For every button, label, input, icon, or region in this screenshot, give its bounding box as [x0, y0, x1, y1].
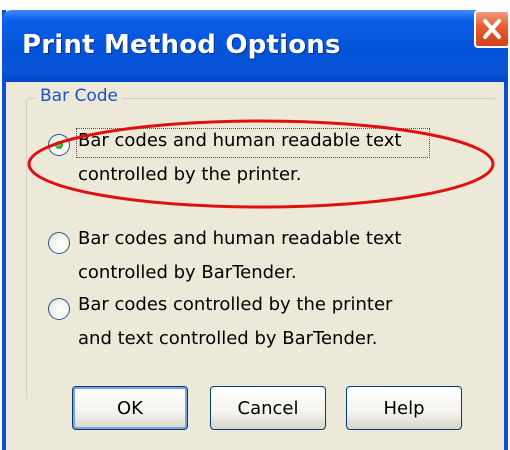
cancel-button[interactable]: Cancel: [210, 386, 326, 430]
option-label-line2: and text controlled by BarTender.: [78, 328, 378, 349]
radio-bartender-controlled[interactable]: [48, 232, 70, 254]
close-button[interactable]: [474, 10, 510, 48]
radio-printer-controlled[interactable]: [48, 134, 70, 156]
option-label-line2: controlled by the printer.: [78, 164, 302, 185]
option-label-line2: controlled by BarTender.: [78, 262, 297, 283]
option-label-line1: Bar codes and human readable text: [78, 228, 402, 249]
bar-code-group-label: Bar Code: [36, 86, 122, 106]
option-label-line1: Bar codes controlled by the printer: [78, 294, 393, 315]
help-button[interactable]: Help: [346, 386, 462, 430]
radio-mixed-controlled[interactable]: [48, 298, 70, 320]
option-label-line1: Bar codes and human readable text: [78, 130, 402, 151]
ok-button[interactable]: OK: [72, 386, 188, 430]
close-x-icon: [483, 19, 501, 39]
dialog-title: Print Method Options: [22, 30, 341, 60]
title-bar[interactable]: Print Method Options: [2, 10, 508, 82]
radio-selected-dot: [55, 141, 63, 149]
